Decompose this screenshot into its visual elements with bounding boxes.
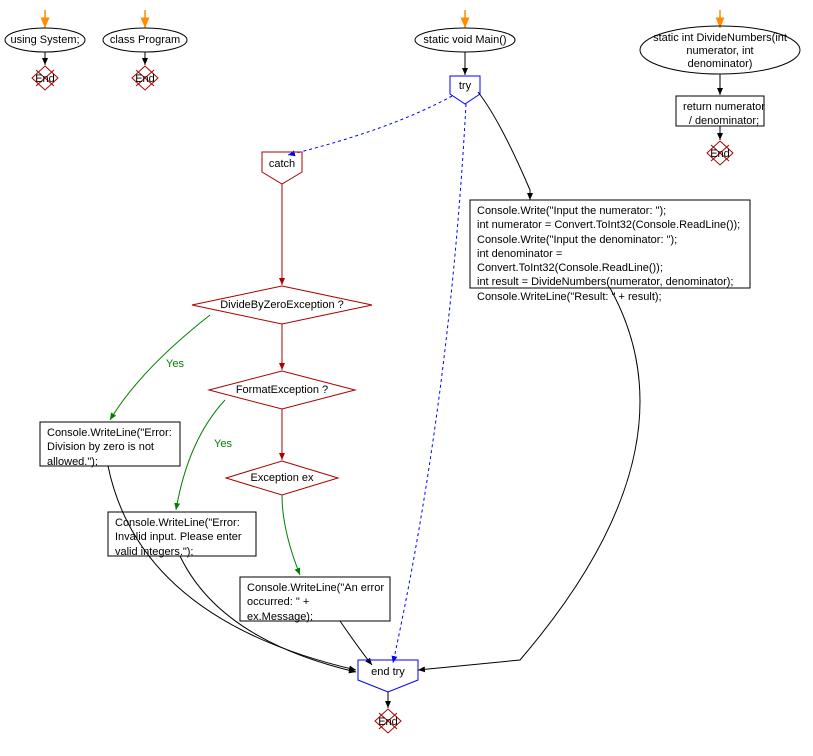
flowchart-svg [0,0,813,756]
end-diamond-1 [32,66,58,90]
error-generic-box [240,577,390,621]
divide-numbers-node [640,26,800,74]
yes-label-1: Yes [166,358,184,370]
try-body-box [470,200,750,288]
try-node [450,76,480,104]
end-diamond-3 [707,141,733,165]
end-diamond-4 [375,709,401,733]
format-exception-diamond [209,371,355,409]
end-try-node [358,660,418,692]
error-invalid-box [108,512,256,556]
error-div-zero-box [40,422,180,466]
catch-node [262,152,302,184]
class-program-node [103,28,187,52]
main-node [415,28,515,52]
divide-by-zero-diamond [192,286,372,324]
using-system-node [5,28,85,52]
exception-ex-diamond [226,461,338,495]
yes-label-2: Yes [214,438,232,450]
return-box [676,96,764,126]
end-diamond-2 [132,66,158,90]
